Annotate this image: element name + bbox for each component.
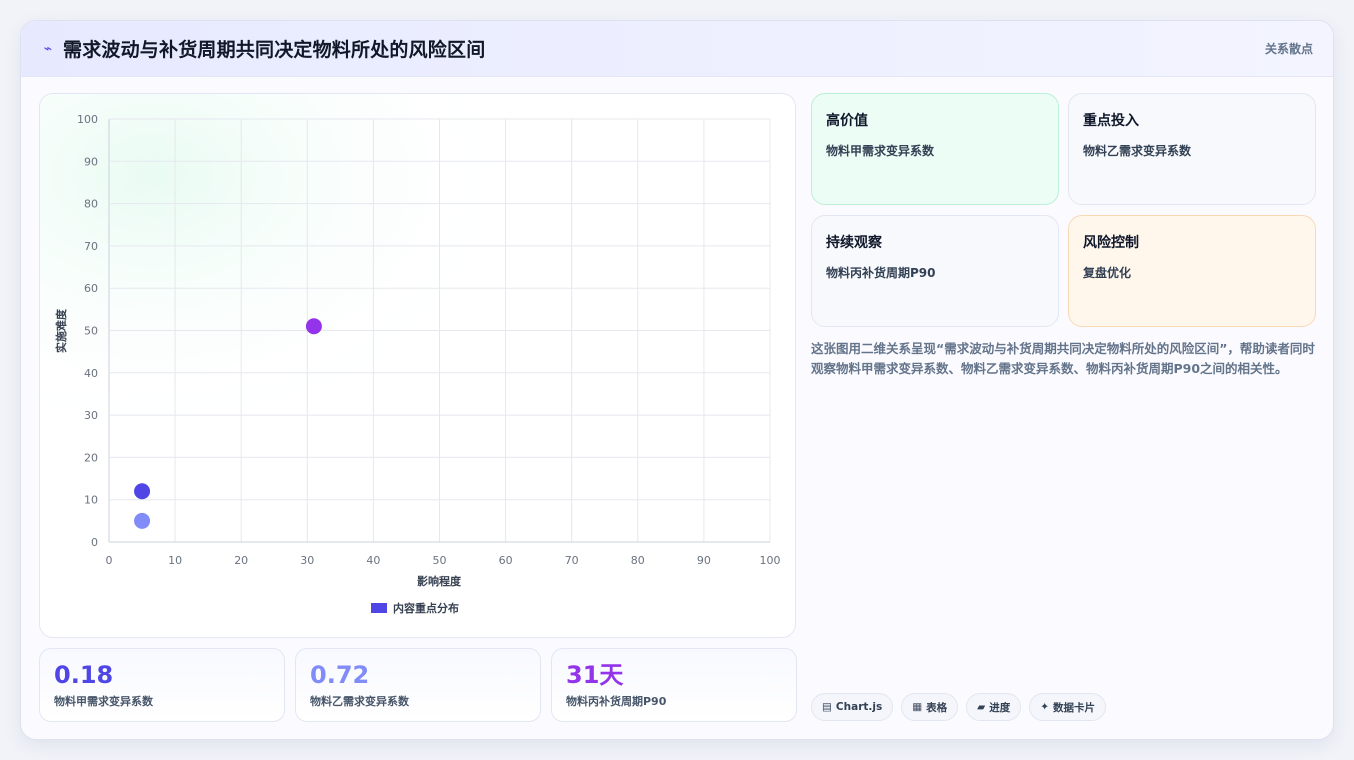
x-axis-label: 影响程度 <box>417 574 462 588</box>
quadrant-keep-observing: 持续观察 物料丙补货周期P90 <box>811 215 1059 327</box>
stat-value: 0.18 <box>54 661 114 689</box>
quadrant-title: 持续观察 <box>826 235 882 251</box>
chart-description: 这张图用二维关系呈现“需求波动与补货周期共同决定物料所处的风险区间”，帮助读者同… <box>811 341 1315 376</box>
y-tick-label: 90 <box>84 155 98 168</box>
chip-chartjs[interactable]: ▤ Chart.js <box>811 693 894 721</box>
y-tick-label: 50 <box>84 325 98 338</box>
x-tick-label: 70 <box>565 554 579 567</box>
stat-card-material-c: 31天 物料丙补货周期P90 <box>551 648 797 722</box>
y-tick-label: 0 <box>91 536 98 549</box>
chip-label: 数据卡片 <box>1053 701 1096 714</box>
quadrant-text: 物料乙需求变异系数 <box>1083 144 1192 158</box>
x-tick-label: 100 <box>760 554 781 567</box>
x-tick-label: 40 <box>366 554 380 567</box>
quadrant-key-investment: 重点投入 物料乙需求变异系数 <box>1068 93 1316 205</box>
chip-label: 进度 <box>989 701 1011 714</box>
y-tick-label: 70 <box>84 240 98 253</box>
scatter-point[interactable] <box>134 483 151 500</box>
y-tick-label: 10 <box>84 494 98 507</box>
legend-swatch <box>371 603 387 613</box>
page-title: 需求波动与补货周期共同决定物料所处的风险区间 <box>63 39 486 61</box>
chart-type-tag: 关系散点 <box>1264 42 1313 56</box>
table-icon: ▦ <box>912 701 923 713</box>
x-tick-label: 20 <box>234 554 248 567</box>
chip-progress[interactable]: ▰ 进度 <box>966 693 1022 721</box>
y-tick-label: 40 <box>84 367 98 380</box>
x-tick-label: 0 <box>106 554 113 567</box>
x-tick-label: 60 <box>499 554 513 567</box>
stat-value: 31天 <box>566 661 624 689</box>
x-tick-label: 10 <box>168 554 182 567</box>
y-tick-label: 80 <box>84 198 98 211</box>
stat-label: 物料甲需求变异系数 <box>54 695 153 708</box>
quadrant-title: 高价值 <box>826 113 868 129</box>
y-tick-label: 100 <box>77 113 98 126</box>
quadrant-title: 风险控制 <box>1083 235 1139 251</box>
chip-label: Chart.js <box>835 701 883 713</box>
stat-card-material-b: 0.72 物料乙需求变异系数 <box>295 648 541 722</box>
quadrant-title: 重点投入 <box>1083 113 1139 129</box>
x-tick-label: 30 <box>300 554 314 567</box>
progress-icon: ▰ <box>977 701 986 713</box>
tech-chips: ▤ Chart.js ▦ 表格 ▰ 进度 ✦ 数据卡片 <box>811 693 1107 721</box>
stat-value: 0.72 <box>310 661 370 689</box>
stat-label: 物料乙需求变异系数 <box>310 695 409 708</box>
x-tick-label: 90 <box>697 554 711 567</box>
stat-label: 物料丙补货周期P90 <box>566 695 667 708</box>
card-header: ⌁ 需求波动与补货周期共同决定物料所处的风险区间 关系散点 <box>21 21 1333 77</box>
report-card: ⌁ 需求波动与补货周期共同决定物料所处的风险区间 关系散点 0 10 20 30 40 5… <box>20 20 1334 740</box>
title-wrap: ⌁ 需求波动与补货周期共同决定物料所处的风险区间 <box>41 35 485 62</box>
chip-label: 表格 <box>926 701 948 714</box>
y-axis-label: 实施难度 <box>54 308 68 353</box>
x-tick-label: 80 <box>631 554 645 567</box>
quadrant-text: 复盘优化 <box>1083 266 1132 280</box>
chip-table[interactable]: ▦ 表格 <box>901 693 959 721</box>
legend[interactable]: 内容重点分布 <box>371 601 459 615</box>
y-tick-label: 60 <box>84 282 98 295</box>
scatter-chart: 0 10 20 30 40 50 60 70 80 90 100 0 10 20 30 40 50 60 70 80 9… <box>40 94 795 637</box>
scatter-point[interactable] <box>134 512 151 529</box>
trend-icon: ⌁ <box>43 40 53 57</box>
quadrant-text: 物料丙补货周期P90 <box>826 266 936 280</box>
chart-background <box>40 94 795 637</box>
chart-panel: 0 10 20 30 40 50 60 70 80 90 100 0 10 20 30 40 50 60 70 80 9… <box>39 93 796 638</box>
card-icon: ✦ <box>1040 701 1050 713</box>
legend-label: 内容重点分布 <box>393 601 459 615</box>
y-tick-label: 20 <box>84 451 98 464</box>
quadrant-text: 物料甲需求变异系数 <box>826 144 935 158</box>
x-tick-label: 50 <box>433 554 447 567</box>
chip-data-card[interactable]: ✦ 数据卡片 <box>1029 693 1107 721</box>
y-tick-label: 30 <box>84 409 98 422</box>
chart-icon: ▤ <box>822 701 832 713</box>
quadrant-high-value: 高价值 物料甲需求变异系数 <box>811 93 1059 205</box>
quadrant-risk-control: 风险控制 复盘优化 <box>1068 215 1316 327</box>
stat-card-material-a: 0.18 物料甲需求变异系数 <box>39 648 285 722</box>
scatter-point[interactable] <box>305 318 322 335</box>
